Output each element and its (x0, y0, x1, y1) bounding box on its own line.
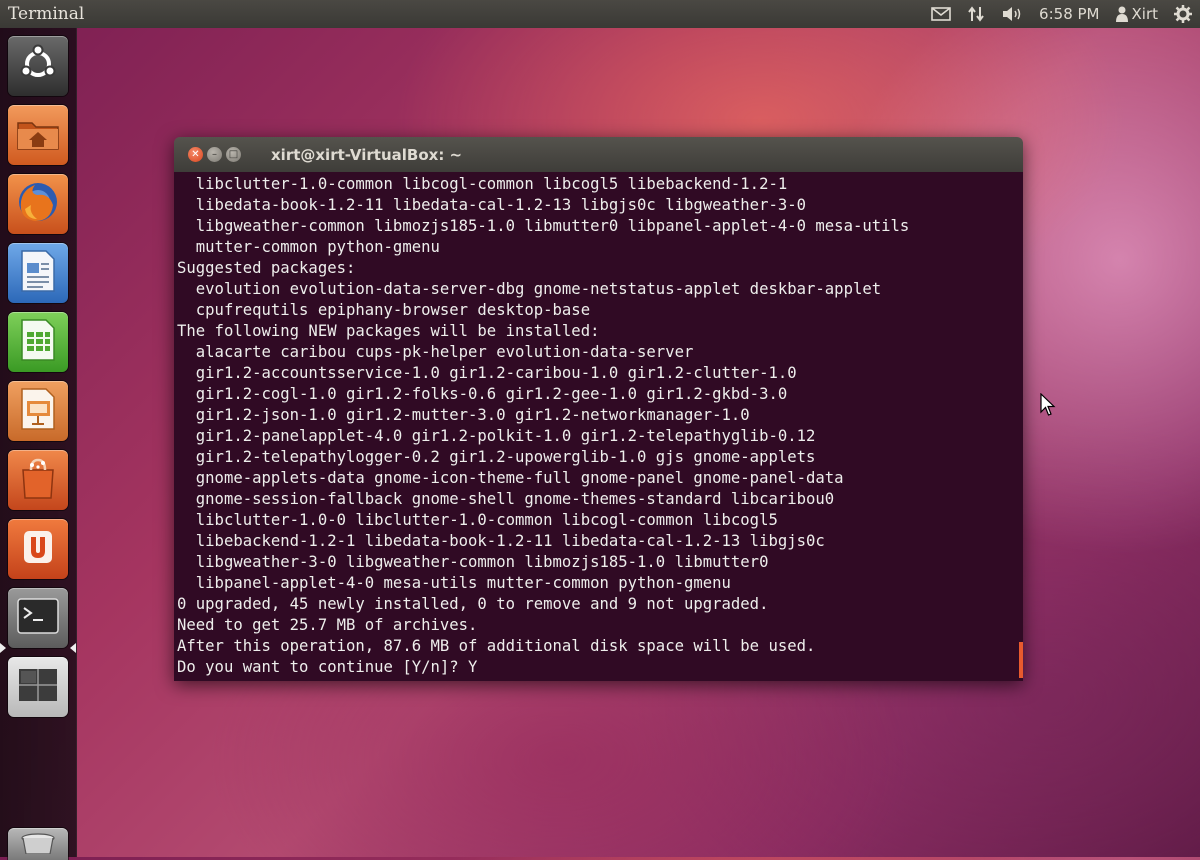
launcher-libreoffice-calc[interactable] (8, 312, 68, 372)
running-indicator-left (0, 643, 6, 653)
impress-presentation-icon (19, 387, 57, 435)
terminal-line: gir1.2-json-1.0 gir1.2-mutter-3.0 gir1.2… (177, 406, 750, 424)
terminal-line: Suggested packages: (177, 259, 356, 277)
user-name: Xirt (1131, 5, 1159, 23)
terminal-line: gnome-session-fallback gnome-shell gnome… (177, 490, 835, 508)
writer-document-icon (19, 249, 57, 297)
terminal-line: libedata-book-1.2-11 libedata-cal-1.2-13… (177, 196, 807, 214)
terminal-line: 0 upgraded, 45 newly installed, 0 to rem… (177, 595, 769, 613)
terminal-line: libgweather-common libmozjs185-1.0 libmu… (177, 217, 910, 235)
close-icon: ✕ (191, 148, 200, 160)
shopping-bag-icon (17, 456, 59, 504)
launcher (0, 28, 77, 860)
scrollbar-thumb[interactable] (1019, 642, 1023, 678)
maximize-icon: □ (228, 148, 239, 160)
top-panel: Terminal 6:58 PM Xirt (0, 0, 1200, 28)
launcher-firefox[interactable] (8, 174, 68, 234)
terminal-line: gir1.2-cogl-1.0 gir1.2-folks-0.6 gir1.2-… (177, 385, 788, 403)
network-arrows-icon[interactable] (959, 0, 993, 28)
launcher-libreoffice-writer[interactable] (8, 243, 68, 303)
indicator-area: 6:58 PM Xirt (923, 0, 1200, 28)
terminal-line: libpanel-applet-4-0 mesa-utils mutter-co… (177, 574, 731, 592)
terminal-line: libclutter-1.0-0 libclutter-1.0-common l… (177, 511, 778, 529)
minimize-icon: – (212, 148, 217, 160)
ubuntu-logo-icon (18, 44, 58, 88)
close-button[interactable]: ✕ (188, 147, 203, 162)
mouse-pointer-icon (1040, 392, 1056, 421)
launcher-home-folder[interactable] (8, 105, 68, 165)
terminal-line: evolution evolution-data-server-dbg gnom… (177, 280, 882, 298)
terminal-output[interactable]: libclutter-1.0-common libcogl-common lib… (174, 172, 1023, 681)
launcher-libreoffice-impress[interactable] (8, 381, 68, 441)
speaker-icon[interactable] (993, 0, 1031, 28)
terminal-line: libebackend-1.2-1 libedata-book-1.2-11 l… (177, 532, 825, 550)
firefox-icon (15, 179, 61, 229)
launcher-workspace-switcher[interactable] (8, 657, 68, 717)
trash-icon (18, 832, 58, 858)
ubuntu-one-icon (18, 527, 58, 571)
terminal-line: alacarte caribou cups-pk-helper evolutio… (177, 343, 694, 361)
minimize-button[interactable]: – (207, 147, 222, 162)
launcher-software-center[interactable] (8, 450, 68, 510)
running-indicator-right (70, 643, 76, 653)
terminal-line: The following NEW packages will be insta… (177, 322, 600, 340)
terminal-line: After this operation, 87.6 MB of additio… (177, 637, 816, 655)
launcher-terminal[interactable] (8, 588, 68, 648)
window-titlebar[interactable]: ✕ – □ xirt@xirt-VirtualBox: ~ (174, 137, 1023, 172)
terminal-line: gir1.2-telepathylogger-0.2 gir1.2-upower… (177, 448, 816, 466)
envelope-icon[interactable] (923, 0, 959, 28)
terminal-line: cpufrequtils epiphany-browser desktop-ba… (177, 301, 591, 319)
user-menu[interactable]: Xirt (1108, 0, 1167, 28)
active-app-title: Terminal (8, 4, 85, 24)
terminal-line: Do you want to continue [Y/n]? Y (177, 658, 478, 676)
terminal-line: gnome-applets-data gnome-icon-theme-full… (177, 469, 844, 487)
window-title: xirt@xirt-VirtualBox: ~ (271, 145, 463, 164)
workspace-switcher-icon (16, 665, 60, 709)
terminal-line: libclutter-1.0-common libcogl-common lib… (177, 175, 788, 193)
terminal-line: gir1.2-accountsservice-1.0 gir1.2-caribo… (177, 364, 797, 382)
launcher-dash-home[interactable] (8, 36, 68, 96)
calc-spreadsheet-icon (19, 318, 57, 366)
gear-icon[interactable] (1166, 0, 1200, 28)
terminal-icon (16, 596, 60, 640)
terminal-line: mutter-common python-gmenu (177, 238, 440, 256)
terminal-line: gir1.2-panelapplet-4.0 gir1.2-polkit-1.0… (177, 427, 816, 445)
terminal-line: libgweather-3-0 libgweather-common libmo… (177, 553, 769, 571)
terminal-line: Need to get 25.7 MB of archives. (177, 616, 478, 634)
home-folder-icon (16, 113, 60, 157)
launcher-ubuntu-one[interactable] (8, 519, 68, 579)
launcher-trash[interactable] (8, 828, 68, 860)
maximize-button[interactable]: □ (226, 147, 241, 162)
clock[interactable]: 6:58 PM (1031, 0, 1107, 28)
person-icon (1115, 6, 1128, 22)
terminal-window: ✕ – □ xirt@xirt-VirtualBox: ~ libclutter… (174, 137, 1023, 681)
